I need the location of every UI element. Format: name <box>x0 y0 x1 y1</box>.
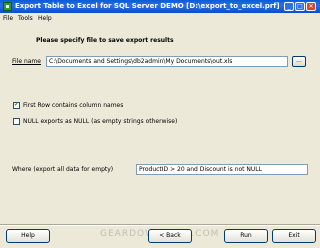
window-title: Export Table to Excel for SQL Server DEM… <box>15 2 280 10</box>
where-label: Where (export all data for empty) <box>12 166 114 173</box>
menu-help[interactable]: Help <box>38 15 52 22</box>
menu-file[interactable]: File <box>3 15 13 22</box>
help-button[interactable]: Help <box>6 229 50 243</box>
file-name-label: File name <box>12 58 41 65</box>
minimize-button[interactable]: _ <box>284 2 294 11</box>
menu-tools[interactable]: Tools <box>18 15 33 22</box>
null-export-checkbox[interactable] <box>13 118 20 125</box>
title-bar[interactable]: Export Table to Excel for SQL Server DEM… <box>0 0 320 13</box>
close-button[interactable]: ✕ <box>306 2 316 11</box>
null-export-label: NULL exports as NULL (as empty strings o… <box>23 118 178 125</box>
page-heading: Please specify file to save export resul… <box>36 37 174 44</box>
maximize-button[interactable]: □ <box>295 2 305 11</box>
first-row-label: First Row contains column names <box>23 102 124 109</box>
bottom-separator <box>0 224 320 226</box>
file-name-input[interactable]: C:\Documents and Settings\db2admin\My Do… <box>46 56 288 67</box>
menu-bar: File Tools Help <box>0 14 320 24</box>
excel-app-icon <box>3 2 12 11</box>
browse-button[interactable]: ... <box>292 56 306 67</box>
where-input[interactable]: ProductID > 20 and Discount is not NULL <box>136 164 308 175</box>
run-button[interactable]: Run <box>224 229 268 243</box>
first-row-checkbox[interactable] <box>13 101 20 109</box>
back-button[interactable]: < Back <box>148 229 192 243</box>
export-dialog-window: Export Table to Excel for SQL Server DEM… <box>0 0 320 248</box>
exit-button[interactable]: Exit <box>272 229 316 243</box>
